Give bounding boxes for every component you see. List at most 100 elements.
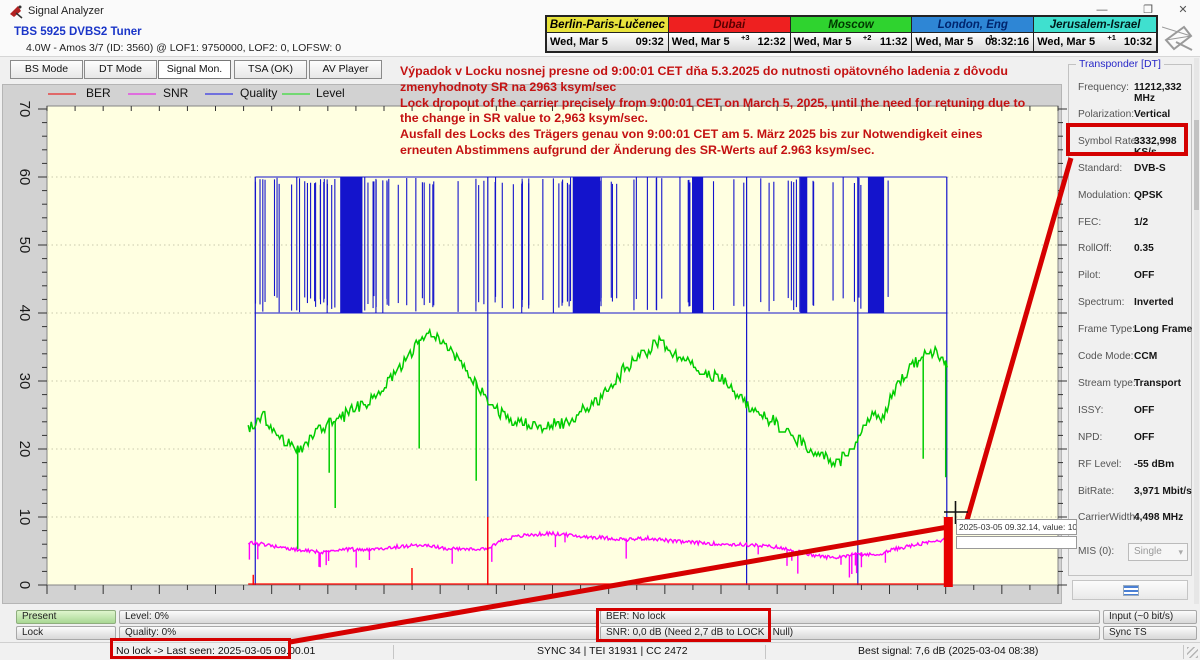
param-value-rf-level-: -55 dBm xyxy=(1134,459,1174,470)
legend-label-quality: Quality xyxy=(240,86,277,102)
clock-jerusalem-israel: Jerusalem-Israel Wed, Mar 5 +1 10:32 xyxy=(1034,17,1156,51)
legend-line-snr xyxy=(128,93,156,95)
clock-moscow: Moscow Wed, Mar 5 +2 11:32 xyxy=(791,17,913,51)
chart-tooltip-extra xyxy=(956,536,1077,549)
clock-date: Wed, Mar 5 xyxy=(915,36,973,48)
clock-city: Moscow xyxy=(791,17,912,33)
close-button[interactable]: ✕ xyxy=(1166,2,1200,18)
signal-chart-panel[interactable] xyxy=(2,84,1062,604)
chevron-down-icon: ▾ xyxy=(1178,544,1183,560)
param-value-fec-: 1/2 xyxy=(1134,217,1148,228)
clock-offset: +3 xyxy=(741,33,750,42)
annotation-text: Výpadok v Locku nosnej presne od 9:00:01… xyxy=(400,64,1065,159)
param-label-rf-level-: RF Level: xyxy=(1078,459,1122,470)
no-lock-highlight-box xyxy=(110,638,291,659)
param-label-frame-type-: Frame Type: xyxy=(1078,324,1135,335)
legend-line-quality xyxy=(205,93,233,95)
tbs-logo-icon xyxy=(1162,24,1198,57)
param-label-polarization-: Polarization: xyxy=(1078,109,1134,120)
clock-city: Dubai xyxy=(669,17,790,33)
mis-dropdown[interactable]: Single ▾ xyxy=(1128,543,1188,561)
tab-av-player[interactable]: AV Player xyxy=(309,60,382,79)
chart-tooltip: 2025-03-05 09.32.14, value: 10 xyxy=(956,519,1077,535)
param-value-modulation-: QPSK xyxy=(1134,190,1163,201)
status-sync-ts: Sync TS xyxy=(1103,626,1197,640)
clock-berlin-paris-lu-enec: Berlin-Paris-LučenecWed, Mar 509:32 xyxy=(547,17,669,51)
mis-value: Single xyxy=(1134,546,1162,557)
resize-grip[interactable] xyxy=(1187,647,1198,658)
param-value-carrierwidth-: 4,498 MHz xyxy=(1134,512,1183,523)
sidebar-scrollbar-thumb[interactable] xyxy=(1194,120,1199,210)
clock-city: Berlin-Paris-Lučenec xyxy=(547,17,668,33)
param-label-pilot-: Pilot: xyxy=(1078,270,1101,281)
annotation-line: erneuten Abstimmens aufgrund der Änderun… xyxy=(400,143,1065,159)
signal-analyzer-window: Signal Analyzer — ❐ ✕ TBS 5925 DVBS2 Tun… xyxy=(0,0,1200,660)
param-value-rolloff-: 0.35 xyxy=(1134,243,1154,254)
param-label-stream-type-: Stream type: xyxy=(1078,378,1136,389)
param-value-standard-: DVB-S xyxy=(1134,163,1166,174)
param-label-standard-: Standard: xyxy=(1078,163,1122,174)
tab-dt-mode[interactable]: DT Mode xyxy=(84,60,157,79)
clock-dubai: Dubai Wed, Mar 5 +3 12:32 xyxy=(669,17,791,51)
tuner-name: TBS 5925 DVBS2 Tuner xyxy=(14,26,142,38)
param-label-fec-: FEC: xyxy=(1078,217,1101,228)
clock-city: London, Eng xyxy=(912,17,1033,33)
param-value-frame-type-: Long Frame xyxy=(1134,324,1192,335)
clock-date: Wed, Mar 5 xyxy=(672,36,730,48)
param-label-npd-: NPD: xyxy=(1078,432,1102,443)
tab-bs-mode[interactable]: BS Mode xyxy=(10,60,83,79)
annotation-line: Ausfall des Locks des Trägers genau von … xyxy=(400,127,1065,143)
param-label-mis: MIS (0): xyxy=(1078,546,1114,557)
clock-time: 10:32 xyxy=(1124,36,1152,48)
ts-stream-button[interactable] xyxy=(1072,580,1188,600)
param-label-frequency-: Frequency: xyxy=(1078,82,1129,93)
statusbar-separator xyxy=(1183,645,1184,659)
param-label-rolloff-: RollOff: xyxy=(1078,243,1112,254)
clock-london-eng: London, EngWed, Mar 5-108:32:16 xyxy=(912,17,1034,51)
status-sync-counters: SYNC 34 | TEI 31931 | CC 2472 xyxy=(537,645,688,657)
clock-city: Jerusalem-Israel xyxy=(1034,17,1156,33)
param-value-issy-: OFF xyxy=(1134,405,1154,416)
param-value-pilot-: OFF xyxy=(1134,270,1154,281)
clock-date: Wed, Mar 5 xyxy=(794,36,852,48)
clock-offset: +1 xyxy=(1107,33,1116,42)
status-present: Present xyxy=(16,610,116,624)
tab-tsa-ok-[interactable]: TSA (OK) xyxy=(234,60,307,79)
param-label-bitrate-: BitRate: xyxy=(1078,486,1114,497)
status-level: Level: 0% xyxy=(119,610,597,624)
param-value-spectrum-: Inverted xyxy=(1134,297,1174,308)
statusbar-separator xyxy=(765,645,766,659)
transponder-group-title: Transponder [DT] xyxy=(1076,58,1164,70)
param-value-polarization-: Vertical xyxy=(1134,109,1170,120)
legend-line-ber xyxy=(48,93,76,95)
param-label-carrierwidth-: CarrierWidth: xyxy=(1078,512,1138,523)
annotation-line: Lock dropout of the carrier precisely fr… xyxy=(400,96,1065,112)
param-value-stream-type-: Transport xyxy=(1134,378,1181,389)
clock-time: 11:32 xyxy=(880,36,908,48)
legend-label-ber: BER xyxy=(86,86,111,102)
world-clocks: Berlin-Paris-LučenecWed, Mar 509:32Dubai… xyxy=(545,15,1158,53)
status-best-signal: Best signal: 7,6 dB (2025-03-04 08:38) xyxy=(858,645,1038,657)
tuner-details: 4.0W - Amos 3/7 (ID: 3560) @ LOF1: 97500… xyxy=(26,42,341,54)
annotation-line: zmenyhodnoty SR na 2963 ksym/sec xyxy=(400,80,1065,96)
clock-date: Wed, Mar 5 xyxy=(1037,36,1095,48)
param-label-code-mode-: Code Mode: xyxy=(1078,351,1134,362)
legend-label-snr: SNR xyxy=(163,86,188,102)
app-icon xyxy=(9,4,24,24)
status-lock: Lock xyxy=(16,626,116,640)
clock-time: 08:32:16 xyxy=(985,36,1029,48)
param-value-npd-: OFF xyxy=(1134,432,1154,443)
clock-offset: +2 xyxy=(863,33,872,42)
param-value-bitrate-: 3,971 Mbit/s xyxy=(1134,486,1192,497)
param-value-frequency-: 11212,332 MHz xyxy=(1134,82,1200,104)
clock-time: 12:32 xyxy=(757,36,785,48)
param-value-code-mode-: CCM xyxy=(1134,351,1157,362)
clock-date: Wed, Mar 5 xyxy=(550,36,608,48)
statusbar-separator xyxy=(393,645,394,659)
ber-snr-highlight-box xyxy=(596,608,771,642)
legend-label-level: Level xyxy=(316,86,345,102)
annotation-line: the change in SR value to 2,963 ksym/sec… xyxy=(400,111,1065,127)
symbol-rate-highlight-box xyxy=(1066,123,1188,156)
tab-signal-mon-[interactable]: Signal Mon. xyxy=(158,60,231,79)
param-label-spectrum-: Spectrum: xyxy=(1078,297,1124,308)
